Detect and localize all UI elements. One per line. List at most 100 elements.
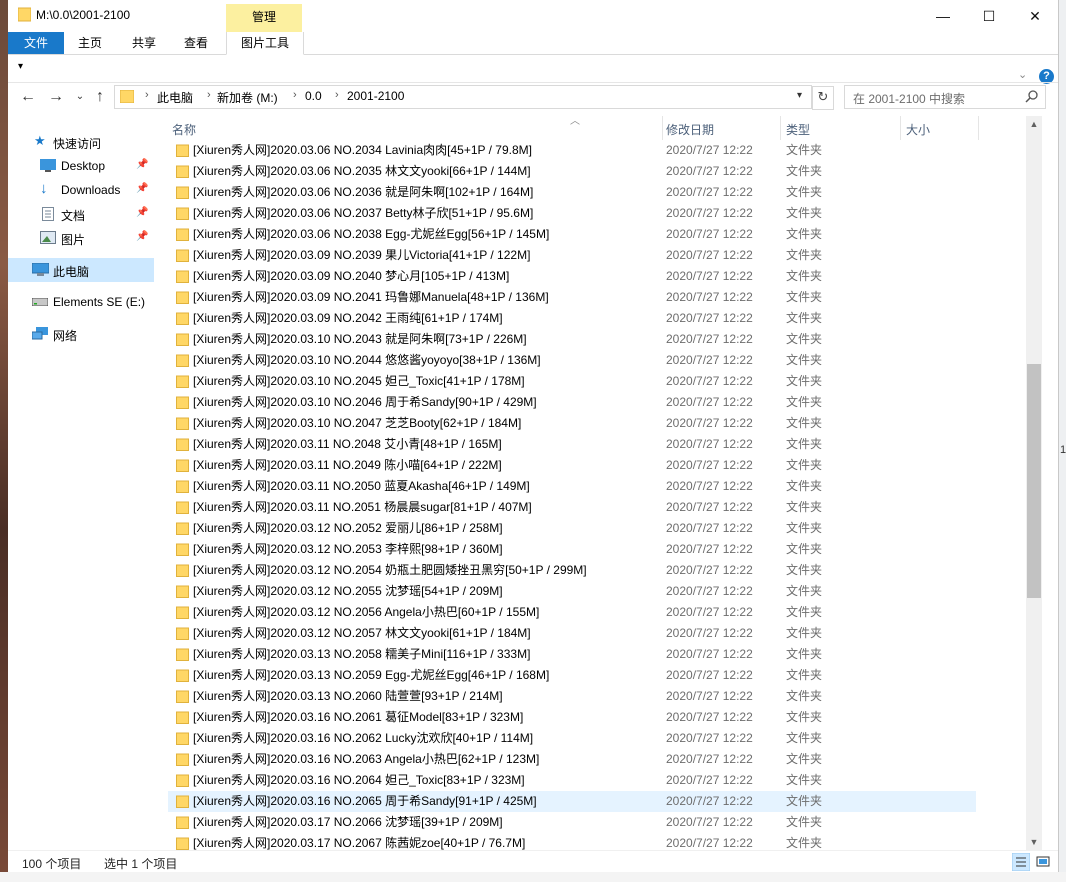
file-row[interactable]: [Xiuren秀人网]2020.03.17 NO.2066 沈梦瑶[39+1P … [168, 812, 1028, 833]
sidebar-item-network[interactable]: 网络 [8, 322, 154, 346]
pin-icon[interactable]: 📌 [136, 231, 148, 242]
sidebar-item-elements-drive[interactable]: Elements SE (E:) [8, 290, 154, 314]
file-date: 2020/7/27 12:22 [666, 437, 753, 451]
column-date-modified[interactable]: 修改日期 [666, 121, 714, 138]
file-date: 2020/7/27 12:22 [666, 311, 753, 325]
file-row[interactable]: [Xiuren秀人网]2020.03.06 NO.2037 Betty林子欣[5… [168, 203, 1028, 224]
scroll-thumb[interactable] [1027, 364, 1041, 598]
file-row[interactable]: [Xiuren秀人网]2020.03.12 NO.2054 奶瓶土肥圆矮挫丑黑穷… [168, 560, 1028, 581]
file-row[interactable]: [Xiuren秀人网]2020.03.11 NO.2050 蓝夏Akasha[4… [168, 476, 1028, 497]
file-row[interactable]: [Xiuren秀人网]2020.03.13 NO.2059 Egg-尤妮丝Egg… [168, 665, 1028, 686]
scroll-up-icon[interactable]: ▲ [1026, 116, 1042, 132]
address-dropdown-icon[interactable]: ▾ [797, 90, 802, 101]
maximize-button[interactable]: ☐ [966, 0, 1012, 32]
refresh-icon[interactable]: ↻ [812, 86, 834, 110]
column-type[interactable]: 类型 [786, 121, 810, 138]
folder-icon [176, 459, 189, 472]
file-name: [Xiuren秀人网]2020.03.16 NO.2063 Angela小热巴[… [193, 752, 540, 766]
folder-icon [176, 711, 189, 724]
explorer-window: M:\0.0\2001-2100 管理 — ☐ ✕ 文件 主页 共享 查看 图片… [8, 0, 1059, 872]
star-icon: ★ [34, 133, 46, 148]
tab-file[interactable]: 文件 [8, 32, 64, 54]
breadcrumb-current-folder[interactable]: 2001-2100 [347, 89, 404, 103]
close-button[interactable]: ✕ [1012, 0, 1058, 32]
breadcrumb-this-pc[interactable]: 此电脑 [157, 89, 193, 106]
file-type: 文件夹 [786, 458, 823, 472]
tab-view[interactable]: 查看 [182, 32, 210, 54]
sidebar-item-desktop[interactable]: Desktop 📌 [8, 154, 154, 178]
tab-home[interactable]: 主页 [76, 32, 104, 54]
file-row[interactable]: [Xiuren秀人网]2020.03.12 NO.2057 林文文yooki[6… [168, 623, 1028, 644]
file-row[interactable]: [Xiuren秀人网]2020.03.16 NO.2061 葛征Model[83… [168, 707, 1028, 728]
file-row[interactable]: [Xiuren秀人网]2020.03.10 NO.2043 就是阿朱啊[73+1… [168, 329, 1028, 350]
file-row[interactable]: [Xiuren秀人网]2020.03.16 NO.2064 妲己_Toxic[8… [168, 770, 1028, 791]
folder-icon [176, 690, 189, 703]
file-row[interactable]: [Xiuren秀人网]2020.03.10 NO.2047 芝芝Booty[62… [168, 413, 1028, 434]
vertical-scrollbar[interactable]: ▲ ▼ [1026, 116, 1042, 850]
file-row[interactable]: [Xiuren秀人网]2020.03.06 NO.2034 Lavinia肉肉[… [168, 140, 1028, 161]
file-row[interactable]: [Xiuren秀人网]2020.03.09 NO.2040 梦心月[105+1P… [168, 266, 1028, 287]
file-row[interactable]: [Xiuren秀人网]2020.03.11 NO.2048 艾小青[48+1P … [168, 434, 1028, 455]
file-row[interactable]: [Xiuren秀人网]2020.03.16 NO.2063 Angela小热巴[… [168, 749, 1028, 770]
large-icons-view-icon[interactable] [1034, 853, 1052, 871]
file-row[interactable]: [Xiuren秀人网]2020.03.06 NO.2038 Egg-尤妮丝Egg… [168, 224, 1028, 245]
file-name: [Xiuren秀人网]2020.03.09 NO.2042 王雨纯[61+1P … [193, 311, 503, 325]
up-arrow-icon[interactable]: ↑ [90, 87, 110, 107]
forward-arrow-icon[interactable]: → [46, 87, 66, 107]
pin-icon[interactable]: 📌 [136, 159, 148, 170]
column-headers: ︿ 名称 修改日期 类型 大小 [168, 116, 1028, 140]
pin-icon[interactable]: 📌 [136, 207, 148, 218]
folder-icon [176, 480, 189, 493]
folder-icon [176, 417, 189, 430]
customize-toolbar-icon[interactable]: ▾ [18, 61, 23, 72]
file-row[interactable]: [Xiuren秀人网]2020.03.10 NO.2044 悠悠酱yoyoyo[… [168, 350, 1028, 371]
file-type: 文件夹 [786, 143, 823, 157]
sidebar-item-downloads[interactable]: ↓ Downloads 📌 [8, 178, 154, 202]
recent-locations-icon[interactable]: ⌄ [70, 87, 90, 107]
file-row[interactable]: [Xiuren秀人网]2020.03.09 NO.2039 果儿Victoria… [168, 245, 1028, 266]
scroll-down-icon[interactable]: ▼ [1026, 834, 1042, 850]
quick-access-toolbar: ▾ [8, 55, 1058, 83]
file-row[interactable]: [Xiuren秀人网]2020.03.16 NO.2062 Lucky沈欢欣[4… [168, 728, 1028, 749]
sidebar-item-quick-access[interactable]: ★ 快速访问 [8, 130, 154, 154]
column-name[interactable]: 名称 [172, 121, 196, 138]
tab-picture-tools[interactable]: 图片工具 [226, 32, 304, 55]
sidebar-item-documents[interactable]: 文档 📌 [8, 202, 154, 226]
search-input[interactable]: 在 2001-2100 中搜索 [844, 85, 1046, 109]
breadcrumb-drive[interactable]: 新加卷 (M:) [217, 89, 278, 106]
file-row[interactable]: [Xiuren秀人网]2020.03.10 NO.2045 妲己_Toxic[4… [168, 371, 1028, 392]
file-row[interactable]: [Xiuren秀人网]2020.03.09 NO.2041 玛鲁娜Manuela… [168, 287, 1028, 308]
file-row[interactable]: [Xiuren秀人网]2020.03.12 NO.2053 李梓熙[98+1P … [168, 539, 1028, 560]
background-window [0, 872, 1066, 882]
file-row[interactable]: [Xiuren秀人网]2020.03.16 NO.2065 周于希Sandy[9… [168, 791, 976, 812]
tab-share[interactable]: 共享 [130, 32, 158, 54]
file-row[interactable]: [Xiuren秀人网]2020.03.13 NO.2058 糯美子Mini[11… [168, 644, 1028, 665]
sidebar-item-pictures[interactable]: 图片 📌 [8, 226, 154, 250]
details-view-icon[interactable] [1012, 853, 1030, 871]
pin-icon[interactable]: 📌 [136, 183, 148, 194]
file-row[interactable]: [Xiuren秀人网]2020.03.13 NO.2060 陆萱萱[93+1P … [168, 686, 1028, 707]
desktop-icon [40, 159, 56, 172]
address-bar[interactable]: › 此电脑 › 新加卷 (M:) › 0.0 › 2001-2100 ▾ [114, 85, 812, 109]
sidebar-item-this-pc[interactable]: 此电脑 [8, 258, 154, 282]
file-date: 2020/7/27 12:22 [666, 815, 753, 829]
column-size[interactable]: 大小 [906, 121, 930, 138]
breadcrumb-folder-0-0[interactable]: 0.0 [305, 89, 322, 103]
file-row[interactable]: [Xiuren秀人网]2020.03.11 NO.2049 陈小喵[64+1P … [168, 455, 1028, 476]
file-row[interactable]: [Xiuren秀人网]2020.03.17 NO.2067 陈茜妮zoe[40+… [168, 833, 1028, 850]
context-tab-manage[interactable]: 管理 [226, 4, 302, 32]
file-row[interactable]: [Xiuren秀人网]2020.03.06 NO.2035 林文文yooki[6… [168, 161, 1028, 182]
file-row[interactable]: [Xiuren秀人网]2020.03.06 NO.2036 就是阿朱啊[102+… [168, 182, 1028, 203]
search-icon[interactable] [1025, 89, 1039, 103]
file-row[interactable]: [Xiuren秀人网]2020.03.12 NO.2055 沈梦瑶[54+1P … [168, 581, 1028, 602]
file-row[interactable]: [Xiuren秀人网]2020.03.12 NO.2052 爱丽儿[86+1P … [168, 518, 1028, 539]
file-row[interactable]: [Xiuren秀人网]2020.03.10 NO.2046 周于希Sandy[9… [168, 392, 1028, 413]
minimize-button[interactable]: — [920, 0, 966, 32]
search-placeholder: 在 2001-2100 中搜索 [853, 92, 966, 106]
back-arrow-icon[interactable]: ← [18, 87, 38, 107]
file-row[interactable]: [Xiuren秀人网]2020.03.11 NO.2051 杨晨晨sugar[8… [168, 497, 1028, 518]
file-row[interactable]: [Xiuren秀人网]2020.03.12 NO.2056 Angela小热巴[… [168, 602, 1028, 623]
file-type: 文件夹 [786, 353, 823, 367]
file-row[interactable]: [Xiuren秀人网]2020.03.09 NO.2042 王雨纯[61+1P … [168, 308, 1028, 329]
file-list: [Xiuren秀人网]2020.03.06 NO.2034 Lavinia肉肉[… [168, 140, 1028, 850]
